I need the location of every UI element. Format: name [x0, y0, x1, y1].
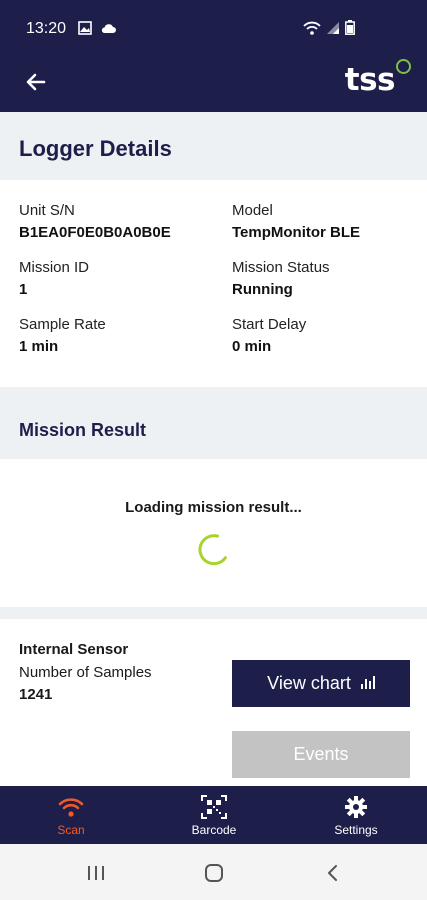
- mission-status-label: Mission Status: [232, 259, 330, 276]
- battery-icon: [345, 20, 355, 40]
- start-delay-value: 0 min: [232, 338, 272, 355]
- bar-chart-icon: [360, 673, 375, 694]
- start-delay-field: Start Delay 0 min: [232, 316, 427, 355]
- model-label: Model: [232, 202, 273, 219]
- mission-id-label: Mission ID: [19, 259, 90, 276]
- mission-result-band: Mission Result: [0, 387, 427, 459]
- view-chart-label: View chart: [267, 673, 351, 693]
- cloud-icon: [100, 21, 116, 40]
- page-title: Logger Details: [19, 136, 172, 161]
- view-chart-button[interactable]: View chart: [232, 660, 410, 707]
- mission-status-field: Mission Status Running: [232, 259, 427, 298]
- sample-rate-label: Sample Rate: [19, 316, 106, 333]
- wifi-icon: [58, 795, 84, 819]
- logger-details: Unit S/N B1EA0F0E0B0A0B0E Model TempMoni…: [0, 180, 427, 387]
- home-icon[interactable]: [203, 862, 225, 884]
- mission-id-value: 1: [19, 281, 28, 298]
- nav-barcode-label: Barcode: [191, 823, 237, 837]
- bottom-nav: Scan Barcode Settings: [0, 786, 427, 844]
- nav-settings[interactable]: Settings: [306, 786, 406, 844]
- recent-apps-icon[interactable]: [85, 862, 107, 884]
- model-field: Model TempMonitor BLE: [232, 202, 427, 241]
- mission-result-area: Loading mission result...: [0, 459, 427, 607]
- qr-code-icon: [201, 795, 227, 819]
- sensor-section: Internal Sensor Number of Samples 1241 V…: [0, 619, 427, 785]
- sensor-name: Internal Sensor: [19, 641, 129, 658]
- title-band: Logger Details: [0, 112, 427, 180]
- mission-status-value: Running: [232, 281, 293, 298]
- section-divider: [0, 607, 427, 619]
- status-bar: 13:20: [0, 0, 427, 56]
- tss-logo: tss: [344, 62, 396, 98]
- signal-icon: [326, 21, 340, 40]
- nav-scan[interactable]: Scan: [21, 786, 121, 844]
- status-time: 13:20: [26, 20, 67, 37]
- system-nav-bar: [0, 844, 427, 900]
- nav-settings-label: Settings: [334, 823, 378, 837]
- mission-id-field: Mission ID 1: [19, 259, 219, 298]
- wifi-status-icon: [303, 21, 321, 40]
- mission-result-title: Mission Result: [19, 420, 147, 440]
- unit-sn-field: Unit S/N B1EA0F0E0B0A0B0E: [19, 202, 219, 241]
- samples-label: Number of Samples: [19, 664, 152, 681]
- samples-value: 1241: [19, 686, 53, 703]
- model-value: TempMonitor BLE: [232, 224, 361, 241]
- back-arrow-icon[interactable]: [22, 68, 50, 96]
- logo-dot-icon: [396, 59, 411, 74]
- nav-scan-label: Scan: [57, 823, 85, 837]
- gear-icon: [343, 795, 369, 819]
- sample-rate-field: Sample Rate 1 min: [19, 316, 219, 355]
- events-button[interactable]: Events: [232, 731, 410, 778]
- gallery-icon: [78, 21, 92, 40]
- back-nav-icon[interactable]: [322, 862, 344, 884]
- nav-barcode[interactable]: Barcode: [164, 786, 264, 844]
- app-bar: tss: [0, 56, 427, 112]
- sample-rate-value: 1 min: [19, 338, 59, 355]
- loading-spinner-icon: [195, 532, 231, 568]
- unit-sn-value: B1EA0F0E0B0A0B0E: [19, 224, 171, 241]
- start-delay-label: Start Delay: [232, 316, 307, 333]
- unit-sn-label: Unit S/N: [19, 202, 75, 219]
- loading-text: Loading mission result...: [125, 499, 302, 516]
